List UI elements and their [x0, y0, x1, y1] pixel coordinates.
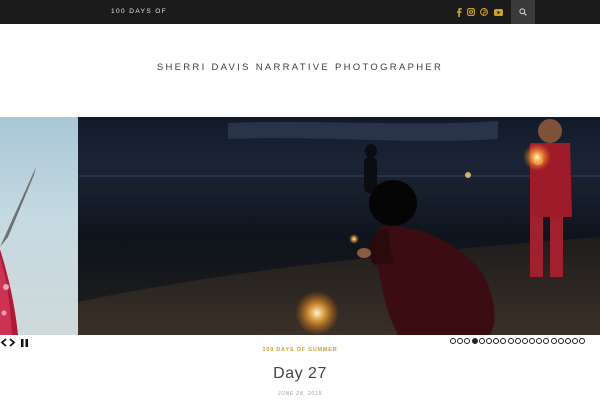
slider-dot[interactable]	[514, 338, 521, 344]
slider-dot[interactable]	[536, 338, 543, 344]
post-category[interactable]: 100 DAYS OF SUMMER	[260, 347, 340, 354]
slider-dot[interactable]	[464, 338, 471, 344]
pause-icon[interactable]	[21, 334, 28, 352]
chevron-left-icon[interactable]	[0, 334, 7, 352]
slider-dot[interactable]	[507, 338, 514, 344]
post-title[interactable]: Day 27	[0, 365, 600, 383]
slider-dot[interactable]	[471, 338, 478, 344]
top-bar: 100 DAYS OF	[0, 0, 600, 24]
slider-dot[interactable]	[457, 338, 464, 344]
slider-dot[interactable]	[450, 338, 456, 344]
slider-dot[interactable]	[543, 338, 550, 344]
slider-controls	[0, 337, 28, 347]
menu-item-100-days-of[interactable]: 100 DAYS OF	[111, 8, 167, 15]
post-date: JUNE 28, 2015	[277, 391, 323, 397]
slider-dot[interactable]	[500, 338, 507, 344]
facebook-icon[interactable]	[454, 6, 464, 18]
slider-dot[interactable]	[579, 338, 586, 344]
chevron-right-icon[interactable]	[9, 334, 16, 352]
slider-dot[interactable]	[550, 338, 557, 344]
pinterest-icon[interactable]	[479, 6, 489, 18]
search-button[interactable]	[511, 0, 535, 24]
slider-dot[interactable]	[557, 338, 564, 344]
slider-dot[interactable]	[485, 338, 492, 344]
current-slide-photo[interactable]	[78, 117, 600, 335]
previous-slide-photo[interactable]	[0, 117, 78, 335]
site-title[interactable]: SHERRI DAVIS NARRATIVE PHOTOGRAPHER	[0, 62, 600, 73]
youtube-icon[interactable]	[493, 6, 503, 18]
instagram-icon[interactable]	[466, 6, 476, 18]
slider-dot[interactable]	[521, 338, 528, 344]
slider-dot[interactable]	[565, 338, 571, 344]
slider-dot[interactable]	[529, 338, 536, 344]
slider-dot[interactable]	[572, 338, 579, 344]
search-icon	[519, 3, 527, 21]
slider-dot[interactable]	[478, 338, 485, 344]
slider-pagination	[450, 338, 586, 344]
slider-dot[interactable]	[493, 338, 500, 344]
photo-slider[interactable]	[0, 117, 600, 335]
